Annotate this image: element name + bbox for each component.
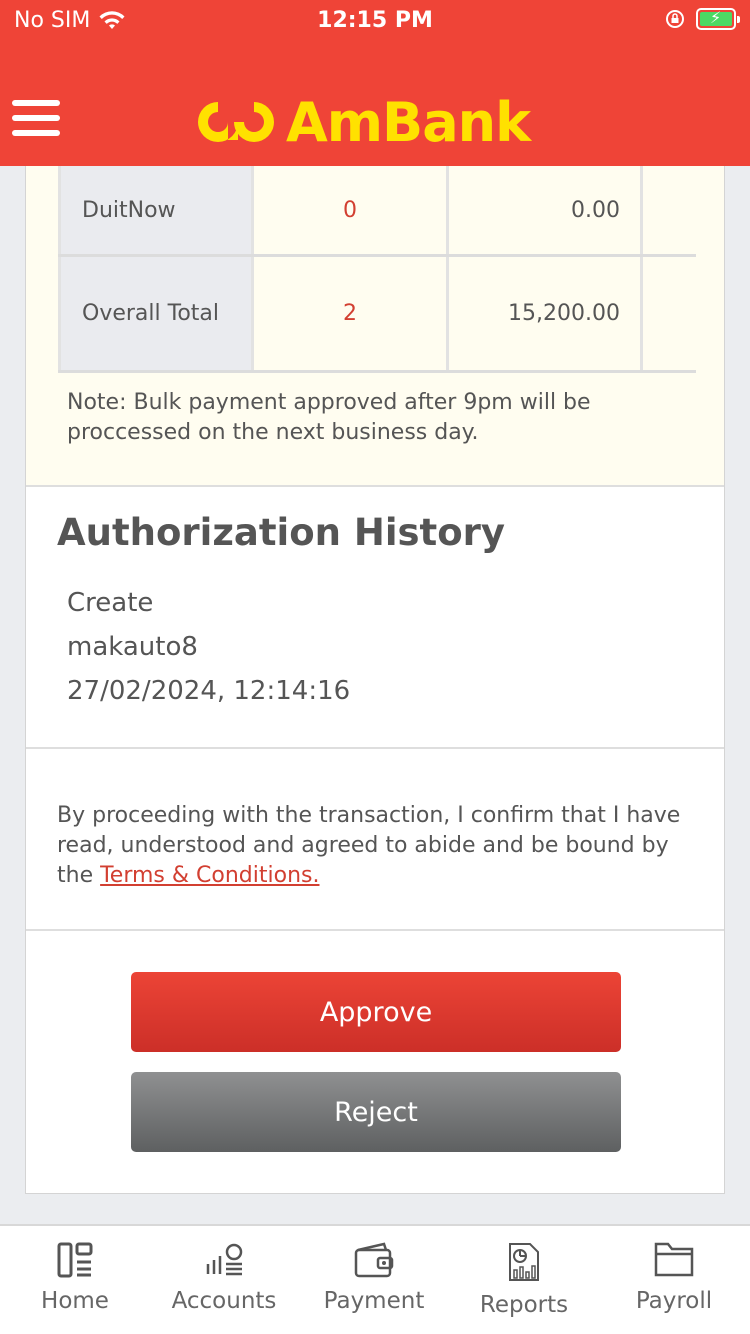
rotation-lock-icon xyxy=(666,10,684,28)
table-row: DuitNow 0 0.00 xyxy=(58,166,696,257)
wallet-icon xyxy=(354,1242,394,1278)
row-count: 0 xyxy=(254,166,449,254)
terms-text: By proceeding with the transaction, I co… xyxy=(57,801,707,891)
app-header: No SIM 12:15 PM ⚡ AmBank xyxy=(0,0,750,166)
tab-label: Reports xyxy=(479,1292,569,1318)
row-amount: 15,200.00 xyxy=(449,257,643,370)
tab-accounts[interactable]: Accounts xyxy=(149,1240,299,1314)
tab-label: Home xyxy=(41,1288,109,1314)
history-action: Create xyxy=(67,588,154,618)
history-user: makauto8 xyxy=(67,632,198,662)
tab-label: Payment xyxy=(323,1288,425,1314)
reject-button[interactable]: Reject xyxy=(131,1072,621,1152)
row-label: DuitNow xyxy=(58,166,254,254)
tab-reports[interactable]: Reports xyxy=(449,1240,599,1318)
bottom-tab-bar: Home Accounts Payment Reports Payroll xyxy=(0,1224,750,1334)
menu-button[interactable] xyxy=(12,100,60,142)
authorization-history-section: Authorization History Create makauto8 27… xyxy=(26,489,724,749)
tab-payroll[interactable]: Payroll xyxy=(599,1240,749,1314)
terms-section: By proceeding with the transaction, I co… xyxy=(26,749,724,931)
bulk-payment-note: Note: Bulk payment approved after 9pm wi… xyxy=(67,390,591,445)
battery-icon: ⚡ xyxy=(696,8,740,30)
ambank-logo: AmBank xyxy=(196,90,531,154)
row-count: 2 xyxy=(254,257,449,370)
ambank-logo-mark-icon xyxy=(198,102,274,142)
terms-link[interactable]: Terms & Conditions. xyxy=(100,863,319,888)
status-right: ⚡ xyxy=(664,8,740,30)
table-row: Overall Total 2 15,200.00 xyxy=(58,257,696,373)
row-extra-cell xyxy=(643,166,696,254)
transaction-card: DuitNow 0 0.00 Overall Total 2 15,200.00… xyxy=(25,166,725,1194)
status-bar: No SIM 12:15 PM ⚡ xyxy=(0,0,750,44)
tab-label: Accounts xyxy=(171,1288,277,1314)
report-icon xyxy=(509,1243,539,1281)
summary-section: DuitNow 0 0.00 Overall Total 2 15,200.00… xyxy=(26,166,724,487)
row-extra-cell xyxy=(643,257,696,370)
tab-payment[interactable]: Payment xyxy=(299,1240,449,1314)
section-title: Authorization History xyxy=(57,511,506,554)
tab-label: Payroll xyxy=(635,1288,713,1314)
brand-name: AmBank xyxy=(286,90,531,154)
approve-button[interactable]: Approve xyxy=(131,972,621,1052)
row-label: Overall Total xyxy=(58,257,254,370)
accounts-icon xyxy=(206,1243,243,1276)
folder-icon xyxy=(654,1242,694,1277)
summary-table: DuitNow 0 0.00 Overall Total 2 15,200.00 xyxy=(58,166,696,373)
home-icon xyxy=(57,1242,93,1278)
hamburger-icon xyxy=(12,100,60,106)
status-time: 12:15 PM xyxy=(317,8,433,33)
row-amount: 0.00 xyxy=(449,166,643,254)
history-timestamp: 27/02/2024, 12:14:16 xyxy=(67,676,351,706)
tab-home[interactable]: Home xyxy=(0,1240,150,1314)
